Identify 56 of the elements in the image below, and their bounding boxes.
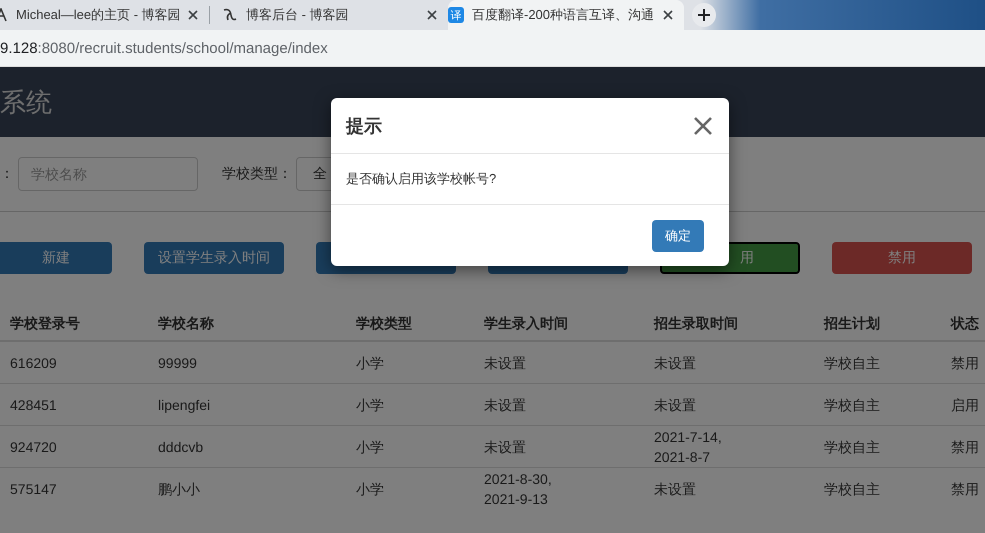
close-icon (426, 9, 438, 21)
table-cell: 鹏小小 (148, 468, 346, 509)
table-cell: lipengfei (148, 384, 346, 426)
table-cell: 禁用 (941, 341, 985, 384)
table-cell: 启用 (941, 384, 985, 426)
table-cell: 小学 (346, 341, 474, 384)
column-header: 学校登录号 (0, 308, 148, 341)
table-cell: 学校自主 (814, 468, 941, 509)
translate-icon: 译 (448, 7, 464, 23)
modal-message: 是否确认启用该学校帐号? (346, 170, 496, 188)
table-cell: 学校自主 (814, 426, 941, 468)
tab-title: 百度翻译-200种语言互译、沟通 (472, 6, 654, 24)
table-cell: 小学 (346, 384, 474, 426)
tab-title: Micheal—lee的主页 - 博客园 (16, 6, 179, 24)
app-title: 系统 (0, 86, 52, 118)
column-header: 状态 (941, 308, 985, 341)
browser-tab[interactable]: 译 百度翻译-200种语言互译、沟通 (448, 0, 684, 30)
table-cell: 未设置 (474, 384, 644, 426)
new-tab-icon[interactable] (692, 3, 716, 27)
table-cell: 99999 (148, 341, 346, 384)
table-cell: 575147 (0, 468, 148, 509)
table-cell: 未设置 (474, 341, 644, 384)
address-bar[interactable]: 9.128:8080/recruit.students/school/manage/index (0, 30, 985, 67)
table-cell: dddcvb (148, 426, 346, 468)
filter-label: 学校类型： (222, 165, 292, 183)
close-icon (662, 9, 674, 21)
table-cell: 小学 (346, 426, 474, 468)
table-cell: 学校自主 (814, 341, 941, 384)
column-header: 学校名称 (148, 308, 346, 341)
table-cell: 2021-7-14, 2021-8-7 (644, 426, 814, 468)
column-header: 学生录入时间 (474, 308, 644, 341)
table-cell: 未设置 (644, 468, 814, 509)
table-cell: 禁用 (941, 468, 985, 509)
column-header: 学校类型 (346, 308, 474, 341)
close-icon[interactable] (693, 116, 713, 136)
column-header: 招生计划 (814, 308, 941, 341)
action-button[interactable]: 新建 (0, 242, 112, 274)
confirm-button[interactable]: 确定 (652, 220, 704, 252)
table-cell: 616209 (0, 341, 148, 384)
filter-label: ： (0, 165, 14, 183)
table-cell: 428451 (0, 384, 148, 426)
column-header: 招生录取时间 (644, 308, 814, 341)
close-icon (187, 9, 199, 21)
table-cell: 未设置 (644, 384, 814, 426)
table-cell: 924720 (0, 426, 148, 468)
table-cell: 未设置 (644, 341, 814, 384)
table-cell: 小学 (346, 468, 474, 509)
table-cell: 未设置 (474, 426, 644, 468)
tab-title: 博客后台 - 博客园 (246, 6, 350, 24)
table-cell: 2021-8-30, 2021-9-13 (474, 468, 644, 509)
action-button[interactable]: 设置学生录入时间 (144, 242, 284, 274)
table-cell: 学校自主 (814, 384, 941, 426)
swirl-icon (222, 7, 238, 23)
table-cell: 禁用 (941, 426, 985, 468)
modal-title: 提示 (346, 114, 382, 138)
action-button[interactable]: 禁用 (832, 242, 972, 274)
